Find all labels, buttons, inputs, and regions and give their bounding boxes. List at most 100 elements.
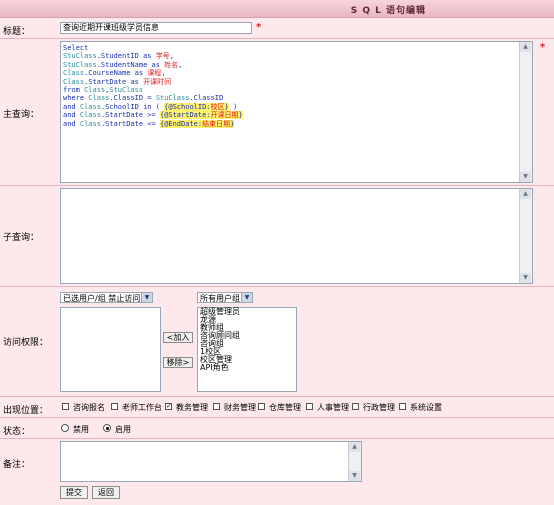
position-checkbox-label: 财务管理 bbox=[224, 403, 256, 412]
title-input[interactable]: 查询近期开课班级学员信息 bbox=[60, 22, 252, 34]
sql-token: .StartDate <= bbox=[100, 119, 160, 128]
status-label: 状态： bbox=[3, 427, 31, 437]
position-checkbox-label: 系统设置 bbox=[410, 403, 442, 412]
note-row: 备注： ▲ ▼ bbox=[0, 439, 554, 484]
sql-token: .StartDate bbox=[84, 77, 131, 86]
scroll-down-icon[interactable]: ▼ bbox=[349, 471, 360, 481]
sql-line: and Class.StartDate <= {@EndDate:结束日期} bbox=[63, 119, 243, 128]
sub-query-label: 子查询： bbox=[3, 233, 40, 243]
position-checkbox-label: 教务管理 bbox=[176, 403, 208, 412]
position-row: 出现位置： 咨询报名 老师工作台 ✓ 教务管理 财务管理 仓库管理 人事管理 行政管理 系统设置 bbox=[0, 397, 554, 418]
position-checkbox-label: 仓库管理 bbox=[269, 403, 301, 412]
sql-token: } bbox=[238, 111, 243, 120]
position-checkbox[interactable] bbox=[111, 403, 118, 410]
note-textarea[interactable]: ▲ ▼ bbox=[60, 441, 362, 482]
title-label: 标题： bbox=[3, 27, 31, 37]
main-query-row: 主查询： Select StuClass.StudentID as 学号, StuC… bbox=[0, 39, 554, 186]
position-checkbox-label: 咨询报名 bbox=[73, 403, 105, 412]
sql-token: {@EndDate: bbox=[159, 119, 203, 128]
sql-token: StuClass bbox=[63, 60, 97, 69]
denied-list[interactable] bbox=[60, 307, 161, 392]
main-query-textarea[interactable]: Select StuClass.StudentID as 学号, StuClass.… bbox=[60, 41, 533, 183]
sql-line: StuClass.StudentID as 学号, bbox=[63, 52, 243, 60]
sql-code: Select StuClass.StudentID as 学号, StuClass.… bbox=[63, 44, 243, 128]
sql-token: Class bbox=[63, 69, 85, 78]
sql-line: where Class.ClassID = StuClass.ClassID bbox=[63, 94, 243, 102]
status-row: 状态： 禁用 启用 bbox=[0, 418, 554, 439]
position-checkbox[interactable] bbox=[352, 403, 359, 410]
sql-token: and bbox=[63, 119, 80, 128]
access-row: 访问权限： 已选用户/组 禁止访问 ▼ 所有用户组 ▼ <加入 移除> 超级管理… bbox=[0, 287, 554, 397]
sql-token: {@StartDate: bbox=[159, 111, 211, 120]
submit-button[interactable]: 提交 bbox=[60, 486, 88, 499]
position-label: 出现位置： bbox=[3, 406, 49, 416]
sql-token: Class bbox=[84, 86, 106, 95]
back-button[interactable]: 返回 bbox=[92, 486, 120, 499]
position-checkbox[interactable] bbox=[399, 403, 406, 410]
denied-select-value: 已选用户/组 禁止访问 bbox=[63, 294, 141, 303]
sql-token: as bbox=[143, 52, 156, 61]
sql-token: , bbox=[169, 52, 174, 61]
all-groups-select-value: 所有用户组 bbox=[200, 294, 240, 303]
chevron-down-icon[interactable]: ▼ bbox=[241, 293, 252, 302]
sql-token: Select bbox=[63, 44, 89, 52]
sql-token: 结束日期 bbox=[202, 119, 231, 128]
sql-token: as bbox=[134, 69, 148, 78]
scroll-down-icon[interactable]: ▼ bbox=[520, 172, 531, 182]
status-disable-radio[interactable] bbox=[61, 424, 69, 432]
main-query-scrollbar[interactable]: ▲ ▼ bbox=[519, 42, 532, 182]
sql-token: 姓名 bbox=[164, 60, 179, 69]
title-bar: S Q L 语句编辑 bbox=[0, 0, 554, 18]
all-groups-list[interactable]: 超级管理员 龙源 教师组 咨询顾问组 咨询组 1校区 校区管理 API角色 bbox=[197, 307, 297, 392]
position-checkbox[interactable] bbox=[306, 403, 313, 410]
scroll-up-icon[interactable]: ▲ bbox=[520, 189, 531, 199]
sql-line: Class.CourseName as 课程, bbox=[63, 69, 243, 77]
position-checkbox-label: 人事管理 bbox=[317, 403, 349, 412]
sql-token: .StudentID bbox=[96, 52, 144, 61]
sql-token: 开课日期 bbox=[210, 111, 239, 120]
sql-token: as bbox=[151, 60, 165, 69]
access-label: 访问权限： bbox=[3, 338, 49, 348]
sql-line: from Class,StuClass bbox=[63, 86, 243, 94]
denied-select[interactable]: 已选用户/组 禁止访问 ▼ bbox=[60, 292, 153, 303]
note-scrollbar[interactable]: ▲ ▼ bbox=[348, 442, 361, 481]
sql-line: Class.StartDate as 开课时间 bbox=[63, 78, 243, 86]
sql-token: .CourseName bbox=[84, 69, 135, 78]
required-mark: * bbox=[540, 42, 546, 53]
remove-button[interactable]: 移除> bbox=[163, 357, 193, 368]
scroll-up-icon[interactable]: ▲ bbox=[349, 442, 360, 452]
sql-token: as bbox=[130, 77, 144, 86]
position-checkbox[interactable] bbox=[62, 403, 69, 410]
sql-token: Class bbox=[63, 77, 85, 86]
position-checkbox[interactable] bbox=[213, 403, 220, 410]
add-button[interactable]: <加入 bbox=[163, 332, 193, 343]
sql-token: .ClassID bbox=[189, 94, 224, 103]
sql-token: 开课时间 bbox=[143, 77, 172, 86]
sql-token: 课程 bbox=[147, 69, 162, 78]
sql-token: 学号 bbox=[155, 52, 170, 61]
chevron-down-icon[interactable]: ▼ bbox=[141, 293, 152, 302]
group-option[interactable]: API角色 bbox=[198, 364, 296, 372]
position-checkbox[interactable]: ✓ bbox=[165, 403, 172, 410]
position-checkbox[interactable] bbox=[258, 403, 265, 410]
sql-token: } bbox=[230, 119, 235, 128]
status-enable-radio[interactable] bbox=[103, 424, 111, 432]
status-disable-label: 禁用 bbox=[73, 425, 89, 434]
sub-query-row: 子查询： ▲ ▼ bbox=[0, 186, 554, 287]
sql-token: from bbox=[63, 86, 85, 95]
sub-query-textarea[interactable]: ▲ ▼ bbox=[60, 188, 533, 284]
sql-token: Class bbox=[79, 119, 101, 128]
status-enable-label: 启用 bbox=[115, 425, 131, 434]
sub-query-scrollbar[interactable]: ▲ ▼ bbox=[519, 189, 532, 283]
sql-token: 校区 bbox=[210, 102, 225, 111]
sql-token: , bbox=[161, 69, 166, 78]
sql-token: .ClassID = bbox=[109, 94, 156, 103]
sql-token: StuClass bbox=[155, 94, 190, 103]
all-groups-select[interactable]: 所有用户组 ▼ bbox=[197, 292, 253, 303]
sql-line: and Class.SchoolID in ( {@SchoolID:校区} ) bbox=[63, 102, 243, 111]
scroll-up-icon[interactable]: ▲ bbox=[520, 42, 531, 52]
position-checkbox-label: 老师工作台 bbox=[122, 403, 162, 412]
scroll-down-icon[interactable]: ▼ bbox=[520, 273, 531, 283]
sql-line: StuClass.StudentName as 姓名, bbox=[63, 61, 243, 69]
sql-token: Class bbox=[79, 102, 101, 111]
